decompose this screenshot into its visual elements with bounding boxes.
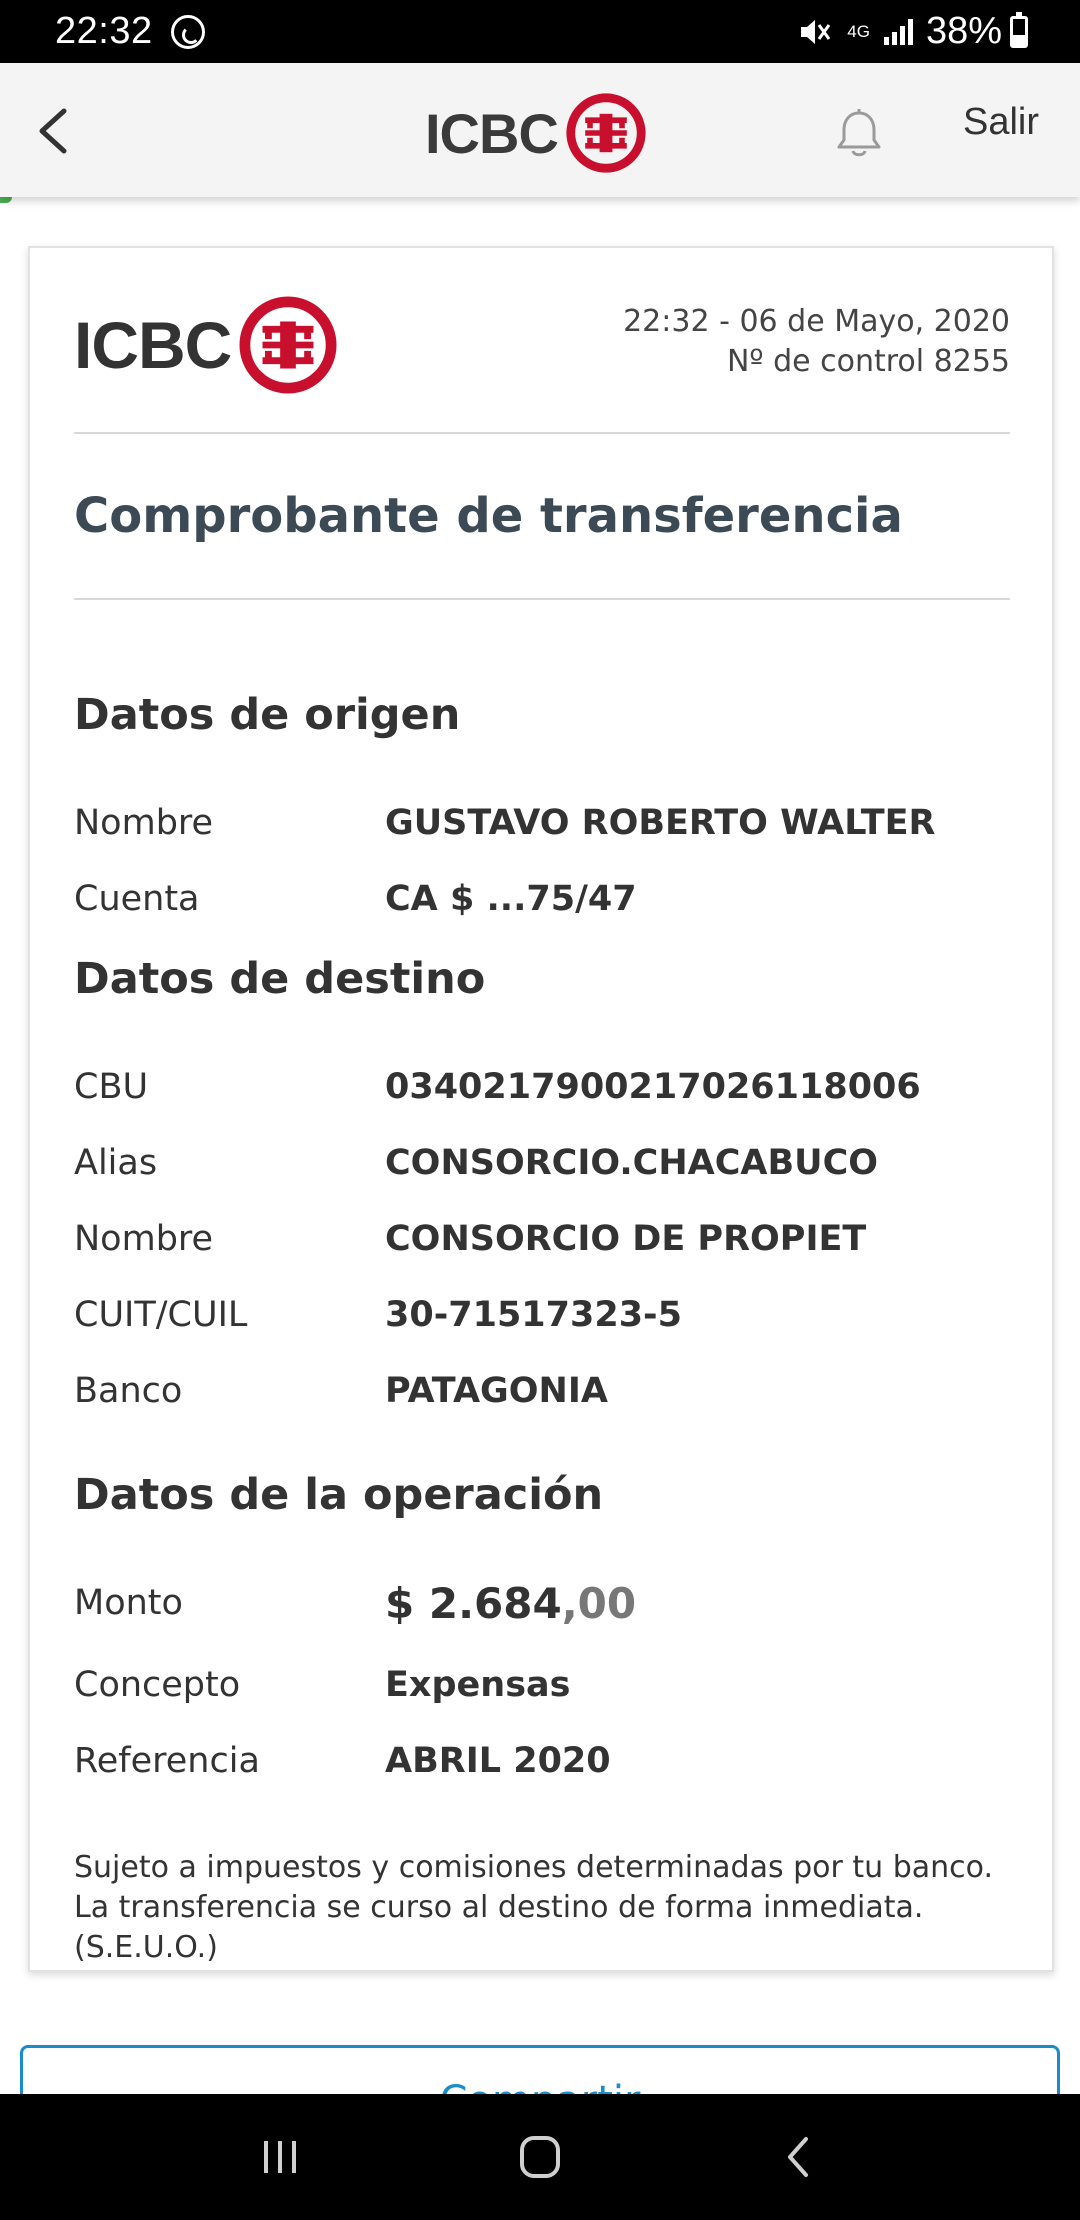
logout-link[interactable]: Salir bbox=[963, 101, 1039, 144]
network-indicator: 4G bbox=[847, 22, 870, 41]
disclaimer-text: Sujeto a impuestos y comisiones determin… bbox=[74, 1850, 994, 1965]
row-value: Expensas bbox=[385, 1665, 571, 1705]
back-arrow-icon[interactable] bbox=[30, 103, 80, 159]
row-value: PATAGONIA bbox=[385, 1371, 608, 1411]
detail-row: Referencia ABRIL 2020 bbox=[74, 1736, 1022, 1786]
divider bbox=[74, 432, 1010, 434]
detail-row: Nombre CONSORCIO DE PROPIET bbox=[74, 1214, 1022, 1264]
row-value: ABRIL 2020 bbox=[385, 1741, 611, 1781]
home-icon[interactable] bbox=[500, 2127, 580, 2187]
amount-main: $ 2.684 bbox=[385, 1578, 562, 1628]
receipt-title: Comprobante de transferencia bbox=[74, 488, 903, 544]
icbc-logo-mark bbox=[566, 93, 646, 173]
system-nav-bar bbox=[0, 2094, 1080, 2220]
battery-icon bbox=[1010, 11, 1028, 48]
receipt-card: ICBC 22:32 - 06 de Mayo, 2020 Nº de cont… bbox=[28, 246, 1054, 1972]
battery-percent: 38% bbox=[925, 10, 1002, 52]
detail-row: Banco PATAGONIA bbox=[74, 1366, 1022, 1416]
detail-row: Alias CONSORCIO.CHACABUCO bbox=[74, 1138, 1022, 1188]
row-value: CA $ ...75/47 bbox=[385, 879, 637, 919]
receipt-control-number: Nº de control 8255 bbox=[726, 344, 1010, 379]
detail-row: Nombre GUSTAVO ROBERTO WALTER bbox=[74, 798, 1022, 848]
receipt-meta: 22:32 - 06 de Mayo, 2020 Nº de control 8… bbox=[623, 302, 1010, 382]
section-title-destination: Datos de destino bbox=[74, 954, 486, 1004]
row-label: Referencia bbox=[74, 1741, 260, 1781]
signal-icon bbox=[883, 18, 913, 45]
mute-icon bbox=[801, 19, 831, 44]
detail-row: CBU 0340217900217026118006 bbox=[74, 1062, 1022, 1112]
row-value: 30-71517323-5 bbox=[385, 1295, 682, 1335]
amount-cents: ,00 bbox=[561, 1578, 637, 1628]
logo-text: ICBC bbox=[425, 101, 559, 165]
header-logo: ICBC bbox=[425, 93, 646, 173]
app-header: ICBC Salir bbox=[0, 63, 1080, 197]
row-label: Nombre bbox=[74, 803, 214, 843]
row-label: CUIT/CUIL bbox=[74, 1295, 248, 1335]
amount-row: Monto $ 2.684,00 bbox=[74, 1578, 1022, 1628]
recent-apps-icon[interactable] bbox=[240, 2127, 320, 2187]
row-value: CONSORCIO DE PROPIET bbox=[385, 1219, 867, 1259]
detail-row: CUIT/CUIL 30-71517323-5 bbox=[74, 1290, 1022, 1340]
icbc-logo-mark bbox=[239, 296, 337, 394]
row-value: 0340217900217026118006 bbox=[385, 1067, 921, 1107]
row-label: Cuenta bbox=[74, 879, 200, 919]
row-value: GUSTAVO ROBERTO WALTER bbox=[385, 803, 936, 843]
amount-value: $ 2.684,00 bbox=[385, 1579, 636, 1628]
status-bar: 22:32 4G 38% bbox=[0, 0, 1080, 63]
divider bbox=[74, 598, 1010, 600]
receipt-datetime: 22:32 - 06 de Mayo, 2020 bbox=[623, 304, 1010, 339]
bell-icon[interactable] bbox=[830, 105, 888, 163]
status-time: 22:32 bbox=[55, 10, 153, 52]
detail-row: Concepto Expensas bbox=[74, 1660, 1022, 1710]
row-label: Monto bbox=[74, 1583, 183, 1623]
row-value: CONSORCIO.CHACABUCO bbox=[385, 1143, 879, 1183]
receipt-logo-text: ICBC bbox=[74, 308, 232, 382]
section-title-operation: Datos de la operación bbox=[74, 1470, 604, 1520]
detail-row: Cuenta CA $ ...75/47 bbox=[74, 874, 1022, 924]
row-label: CBU bbox=[74, 1067, 149, 1107]
whatsapp-icon bbox=[170, 14, 205, 49]
section-title-origin: Datos de origen bbox=[74, 690, 461, 740]
row-label: Concepto bbox=[74, 1665, 241, 1705]
back-nav-icon[interactable] bbox=[760, 2127, 840, 2187]
row-label: Banco bbox=[74, 1371, 183, 1411]
row-label: Nombre bbox=[74, 1219, 214, 1259]
receipt-logo: ICBC bbox=[74, 296, 337, 394]
row-label: Alias bbox=[74, 1143, 158, 1183]
